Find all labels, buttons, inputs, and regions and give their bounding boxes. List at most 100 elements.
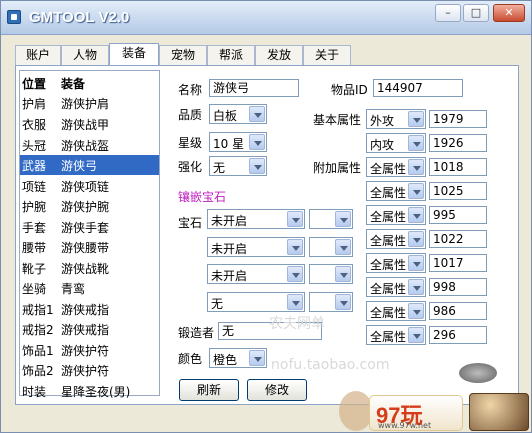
gem-attr-select-4[interactable] [309, 292, 353, 312]
gem-select-4[interactable]: 无 [207, 292, 305, 312]
extra-attr-type-7[interactable]: 全属性 [366, 301, 426, 321]
equipment-slot-list[interactable]: 位置 装备 护肩 游侠护肩 衣服 游侠战甲 头冠 游侠战盔 武器 游侠弓 项链 游侠项链 … [19, 70, 160, 399]
list-item[interactable]: 腰带 游侠腰带 [20, 237, 159, 257]
tab-guild[interactable]: 帮派 [207, 45, 255, 66]
modify-button[interactable]: 修改 [247, 379, 307, 401]
slot-name: 手套 [22, 221, 47, 235]
list-item[interactable]: 坐骑 青鸾 [20, 278, 159, 298]
extra-attr-value-7[interactable]: 986 [429, 302, 487, 320]
chevron-down-icon [287, 294, 303, 310]
extra-attr-value-5[interactable]: 1017 [429, 254, 487, 272]
tab-distribute[interactable]: 发放 [255, 45, 303, 66]
base-attr-value-2[interactable]: 1926 [429, 134, 487, 152]
maximize-button[interactable]: □ [463, 4, 489, 22]
extra-attr-value-8[interactable]: 296 [429, 326, 487, 344]
tab-character[interactable]: 人物 [61, 45, 109, 66]
base-attr-type-1[interactable]: 外攻 [366, 109, 426, 129]
close-button[interactable]: ✕ [493, 4, 525, 22]
gem-attr-select-3[interactable] [309, 264, 353, 284]
list-item[interactable]: 护肩 游侠护肩 [20, 93, 159, 113]
list-item[interactable]: 手套 游侠手套 [20, 217, 159, 237]
chevron-down-icon [408, 279, 424, 295]
star-select[interactable]: 10 星 [209, 132, 267, 152]
watermark-url: nofu.taobao.com [271, 357, 390, 373]
star-value: 10 星 [213, 137, 245, 151]
chevron-down-icon [408, 255, 424, 271]
base-attr-label: 基本属性 [313, 113, 362, 127]
attr-type: 全属性 [370, 186, 407, 200]
enhance-select[interactable]: 无 [209, 156, 267, 176]
gem-label: 宝石 [178, 216, 203, 230]
item-name: 青鸾 [61, 282, 86, 296]
extra-attr-type-4[interactable]: 全属性 [366, 229, 426, 249]
slot-name: 饰品2 [22, 364, 54, 378]
gem-select-2[interactable]: 未开启 [207, 237, 305, 257]
gem-select-1[interactable]: 未开启 [207, 209, 305, 229]
chevron-down-icon [287, 239, 303, 255]
item-name: 星降圣夜(男) [61, 385, 131, 399]
extra-attr-type-1[interactable]: 全属性 [366, 157, 426, 177]
gem-attr-select-1[interactable] [309, 209, 353, 229]
attr-type: 外攻 [370, 114, 395, 128]
tab-equipment[interactable]: 装备 [109, 43, 159, 67]
extra-attr-value-6[interactable]: 998 [429, 278, 487, 296]
minimize-button[interactable]: – [435, 4, 461, 22]
tab-about[interactable]: 关于 [303, 45, 351, 66]
base-attr-value-1[interactable]: 1979 [429, 110, 487, 128]
extra-attr-value-2[interactable]: 1025 [429, 182, 487, 200]
list-item[interactable]: 戒指2 游侠戒指 [20, 319, 159, 339]
slot-name: 靴子 [22, 262, 47, 276]
slot-name: 饰品1 [22, 344, 54, 358]
color-label: 颜色 [178, 352, 203, 366]
list-item[interactable]: 戒指1 游侠戒指 [20, 299, 159, 319]
list-item[interactable]: 护腕 游侠护腕 [20, 196, 159, 216]
gem-value: 未开启 [211, 269, 248, 283]
extra-attr-type-2[interactable]: 全属性 [366, 181, 426, 201]
forger-label: 锻造者 [178, 326, 215, 340]
name-label: 名称 [178, 83, 203, 97]
extra-attr-type-8[interactable]: 全属性 [366, 325, 426, 345]
extra-attr-type-5[interactable]: 全属性 [366, 253, 426, 273]
chevron-down-icon [335, 294, 351, 310]
tab-account[interactable]: 账户 [15, 45, 61, 66]
item-id-field[interactable]: 144907 [373, 79, 463, 97]
item-name: 游侠战盔 [61, 139, 110, 153]
item-name: 游侠项链 [61, 180, 110, 194]
quality-select[interactable]: 白板 [209, 104, 267, 124]
quality-label: 品质 [178, 108, 203, 122]
list-item[interactable]: 饰品1 游侠护符 [20, 340, 159, 360]
item-name: 游侠戒指 [61, 323, 110, 337]
extra-attr-type-6[interactable]: 全属性 [366, 277, 426, 297]
item-name: 游侠护符 [61, 364, 110, 378]
attr-type: 全属性 [370, 330, 407, 344]
extra-attr-value-3[interactable]: 995 [429, 206, 487, 224]
extra-attr-value-4[interactable]: 1022 [429, 230, 487, 248]
gem-select-3[interactable]: 未开启 [207, 264, 305, 284]
list-item[interactable]: 衣服 游侠战甲 [20, 114, 159, 134]
gem-value: 未开启 [211, 242, 248, 256]
chevron-down-icon [335, 239, 351, 255]
star-label: 星级 [178, 136, 203, 150]
slot-name: 衣服 [22, 118, 47, 132]
extra-attr-value-1[interactable]: 1018 [429, 158, 487, 176]
attr-type: 全属性 [370, 162, 407, 176]
list-item[interactable]: 时装 星降圣夜(男) [20, 381, 159, 401]
window-title: GMTOOL V2.0 [29, 9, 130, 26]
list-item-selected[interactable]: 武器 游侠弓 [20, 155, 159, 175]
slot-name: 护肩 [22, 97, 47, 111]
list-item[interactable]: 饰品2 游侠护符 [20, 360, 159, 380]
tab-pets[interactable]: 宠物 [159, 45, 207, 66]
item-name: 游侠戒指 [61, 303, 110, 317]
chevron-down-icon [408, 159, 424, 175]
refresh-button[interactable]: 刷新 [179, 379, 239, 401]
gem-attr-select-2[interactable] [309, 237, 353, 257]
list-item[interactable]: 项链 游侠项链 [20, 176, 159, 196]
list-item[interactable]: 靴子 游侠战靴 [20, 258, 159, 278]
attr-type: 全属性 [370, 210, 407, 224]
slot-name: 项链 [22, 180, 47, 194]
color-select[interactable]: 橙色 [209, 348, 267, 368]
base-attr-type-2[interactable]: 内攻 [366, 133, 426, 153]
name-field[interactable]: 游侠弓 [209, 79, 299, 97]
extra-attr-type-3[interactable]: 全属性 [366, 205, 426, 225]
list-item[interactable]: 头冠 游侠战盔 [20, 135, 159, 155]
